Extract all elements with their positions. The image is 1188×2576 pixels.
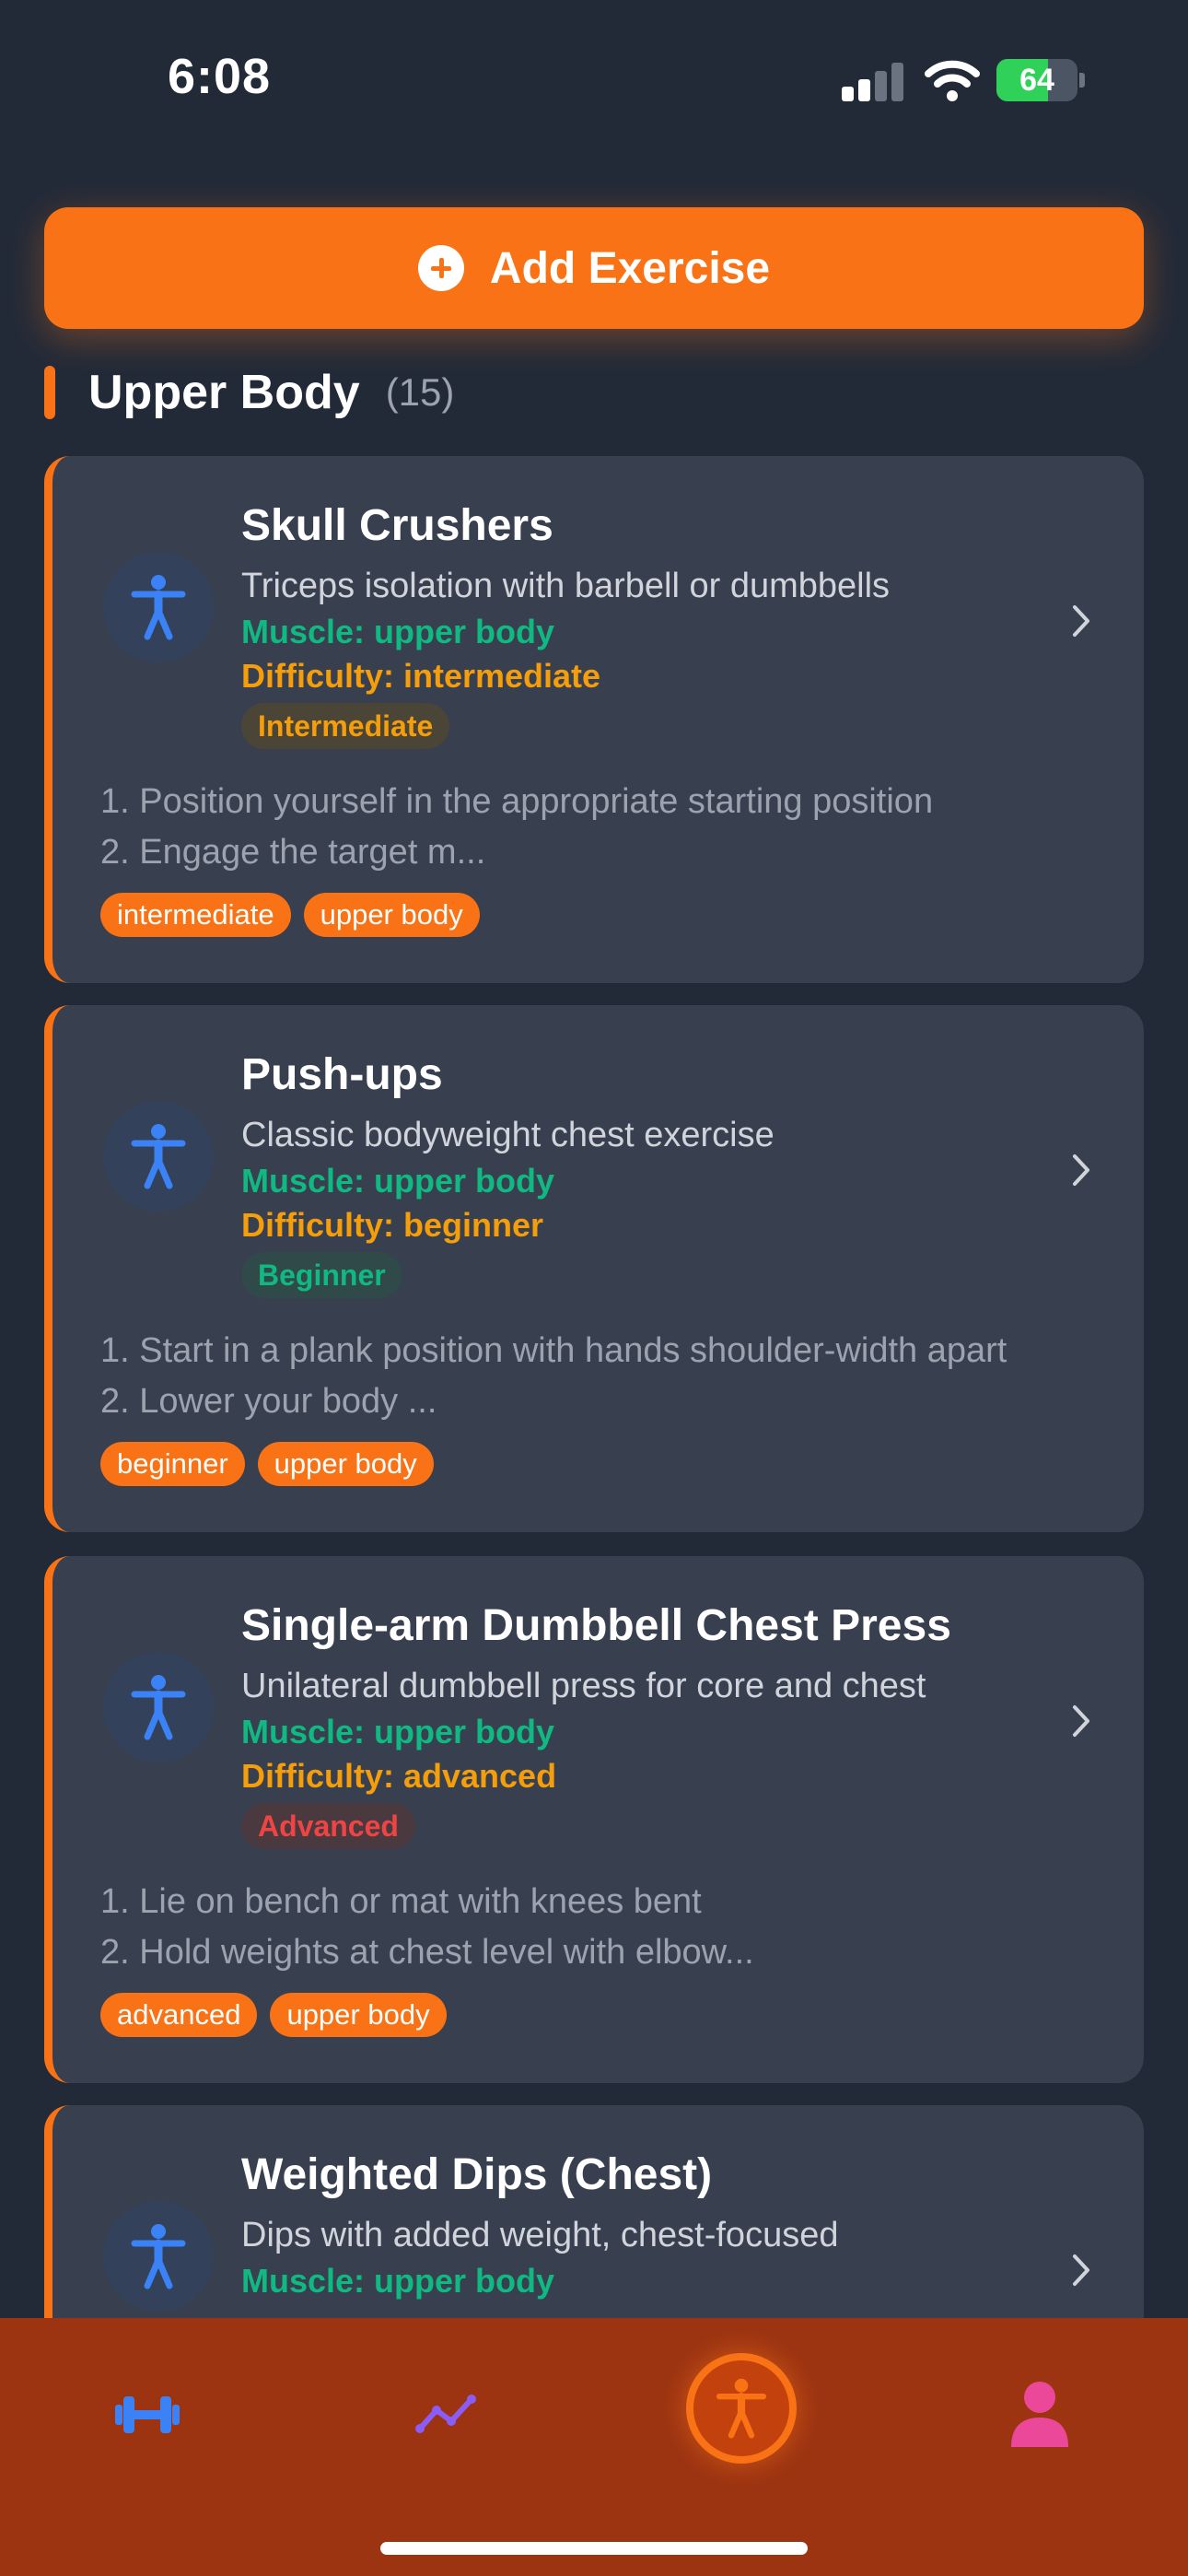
chevron-right-icon[interactable] (1066, 2249, 1097, 2291)
exercise-avatar (103, 2201, 214, 2312)
accessibility-person-icon (131, 575, 186, 640)
exercises-screen: 6:08 64 Add Exercise Upper Body (15) Sku… (0, 0, 1188, 2576)
add-exercise-button[interactable]: Add Exercise (44, 207, 1144, 329)
chevron-right-icon[interactable] (1066, 1149, 1097, 1191)
status-time: 6:08 (168, 49, 272, 104)
home-indicator[interactable] (380, 2542, 808, 2555)
difficulty-badge: Beginner (241, 1252, 402, 1298)
exercise-difficulty: Difficulty: intermediate (241, 657, 601, 695)
battery-level: 64 (1019, 63, 1054, 98)
exercise-avatar (103, 552, 214, 662)
tag: upper body (270, 1993, 447, 2037)
trend-line-icon[interactable] (414, 2383, 479, 2447)
difficulty-badge: Intermediate (241, 703, 450, 749)
tag: upper body (303, 893, 480, 937)
exercise-name: Skull Crushers (241, 501, 553, 550)
tab-bar (0, 2318, 1188, 2576)
exercise-instructions: 1. Start in a plank position with hands … (100, 1326, 1007, 1427)
instruction-line: 1. Start in a plank position with hands … (100, 1331, 1007, 1370)
tag-list: beginner upper body (100, 1442, 434, 1486)
add-exercise-label: Add Exercise (489, 243, 771, 293)
exercise-description: Triceps isolation with barbell or dumbbe… (241, 567, 891, 605)
exercise-muscle: Muscle: upper body (241, 2262, 555, 2300)
dumbbell-icon[interactable] (115, 2383, 180, 2447)
chevron-right-icon[interactable] (1066, 1700, 1097, 1742)
tag-list: intermediate upper body (100, 893, 480, 937)
exercise-muscle: Muscle: upper body (241, 613, 555, 650)
section-count: (15) (385, 370, 455, 414)
status-bar: 6:08 64 (0, 0, 1188, 157)
difficulty-badge: Advanced (241, 1803, 415, 1849)
tag: intermediate (100, 893, 291, 937)
tag-list: advanced upper body (100, 1993, 447, 2037)
tag: beginner (100, 1442, 245, 1486)
exercise-difficulty: Difficulty: advanced (241, 1757, 557, 1795)
person-icon[interactable] (1007, 2379, 1072, 2447)
tab-exercises[interactable] (686, 2353, 797, 2464)
exercise-description: Classic bodyweight chest exercise (241, 1116, 775, 1154)
exercise-muscle: Muscle: upper body (241, 1713, 555, 1751)
exercise-name: Single-arm Dumbbell Chest Press (241, 1601, 951, 1650)
exercise-name: Weighted Dips (Chest) (241, 2150, 713, 2199)
exercise-description: Unilateral dumbbell press for core and c… (241, 1667, 926, 1705)
cellular-signal-icon (842, 63, 904, 101)
chevron-right-icon[interactable] (1066, 600, 1097, 642)
plus-circle-icon (417, 245, 464, 291)
exercise-instructions: 1. Lie on bench or mat with knees bent 2… (100, 1877, 754, 1978)
tag: advanced (100, 1993, 258, 2037)
exercise-muscle: Muscle: upper body (241, 1162, 555, 1200)
battery-icon: 64 (996, 59, 1085, 101)
exercise-avatar (103, 1652, 214, 1762)
section-accent-bar (44, 366, 55, 419)
exercise-instructions: 1. Position yourself in the appropriate … (100, 777, 933, 878)
exercise-description: Dips with added weight, chest-focused (241, 2216, 839, 2254)
instruction-line: 2. Lower your body ... (100, 1382, 437, 1421)
wifi-icon (925, 60, 980, 101)
tag: upper body (257, 1442, 434, 1486)
exercise-card[interactable]: Single-arm Dumbbell Chest Press Unilater… (44, 1556, 1144, 2083)
exercise-name: Push-ups (241, 1050, 443, 1099)
exercise-avatar (103, 1101, 214, 1212)
accessibility-person-icon (716, 2378, 767, 2439)
section-header: Upper Body (15) (44, 365, 454, 420)
section-title: Upper Body (88, 366, 360, 419)
instruction-line: 2. Hold weights at chest level with elbo… (100, 1933, 754, 1972)
accessibility-person-icon (131, 1675, 186, 1740)
exercise-card[interactable]: Push-ups Classic bodyweight chest exerci… (44, 1005, 1144, 1532)
exercise-card[interactable]: Skull Crushers Triceps isolation with ba… (44, 456, 1144, 983)
exercise-difficulty: Difficulty: beginner (241, 1206, 544, 1244)
instruction-line: 2. Engage the target m... (100, 833, 486, 872)
accessibility-person-icon (131, 2224, 186, 2289)
instruction-line: 1. Lie on bench or mat with knees bent (100, 1882, 702, 1921)
instruction-line: 1. Position yourself in the appropriate … (100, 782, 934, 821)
accessibility-person-icon (131, 1124, 186, 1189)
